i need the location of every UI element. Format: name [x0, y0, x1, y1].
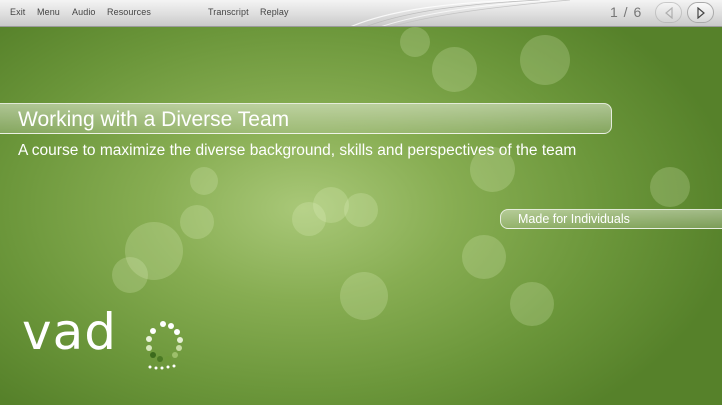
slide-title: Working with a Diverse Team [18, 108, 290, 131]
bokeh-circle [400, 27, 430, 57]
bokeh-circle [650, 167, 690, 207]
slide-subtitle: A course to maximize the diverse backgro… [18, 142, 577, 159]
vado-logo-dots-icon [146, 321, 183, 370]
next-button[interactable] [687, 2, 714, 23]
page-counter: 1 / 6 [610, 4, 643, 20]
audience-label: Made for Individuals [518, 212, 630, 226]
bokeh-circle [510, 282, 554, 326]
bokeh-circle [462, 235, 506, 279]
vado-logo-text: vad [22, 303, 117, 361]
bokeh-circle [180, 205, 214, 239]
top-toolbar: Exit Menu Audio Resources Transcript Rep… [0, 0, 722, 27]
resources-link[interactable]: Resources [107, 7, 151, 17]
toolbar-swoosh-decoration [350, 0, 571, 26]
bokeh-circle [344, 193, 378, 227]
triangle-right-icon [696, 6, 705, 19]
slide-stage: Working with a Diverse Team A course to … [0, 27, 722, 405]
audio-link[interactable]: Audio [72, 7, 96, 17]
title-banner: Working with a Diverse Team [0, 103, 612, 134]
previous-button[interactable] [655, 2, 682, 23]
transcript-link[interactable]: Transcript [208, 7, 249, 17]
bokeh-circle [432, 47, 477, 92]
bokeh-circle [112, 257, 148, 293]
bokeh-circle [190, 167, 218, 195]
menu-link[interactable]: Menu [37, 7, 60, 17]
audience-banner: Made for Individuals [500, 209, 722, 229]
exit-link[interactable]: Exit [10, 7, 25, 17]
bokeh-circle [340, 272, 388, 320]
triangle-left-icon [664, 6, 673, 19]
bokeh-circle [520, 35, 570, 85]
replay-link[interactable]: Replay [260, 7, 289, 17]
